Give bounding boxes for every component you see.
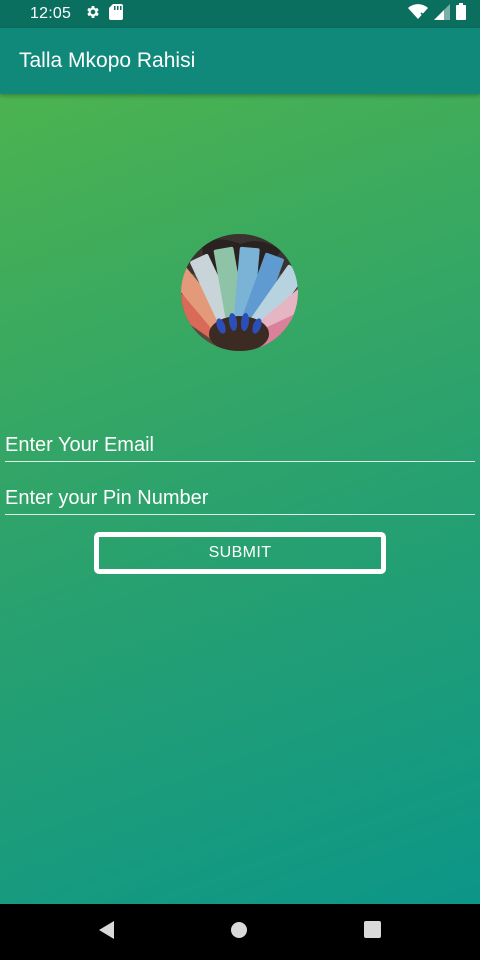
pin-field[interactable]: [5, 477, 475, 515]
gear-icon: [85, 4, 101, 25]
pin-input[interactable]: [5, 487, 475, 510]
recents-button[interactable]: [342, 904, 402, 960]
email-input[interactable]: [5, 434, 475, 457]
signal-icon: [434, 3, 450, 25]
email-field[interactable]: [5, 424, 475, 462]
back-icon: [97, 920, 115, 945]
app-screen: 12:05 Talla Mkopo Rahisi Enter Your Emai…: [0, 0, 480, 960]
home-icon: [230, 921, 248, 944]
status-time: 12:05: [30, 5, 72, 22]
app-title: Talla Mkopo Rahisi: [19, 49, 196, 72]
home-button[interactable]: [209, 904, 269, 960]
status-right-icons: [408, 3, 466, 25]
battery-icon: [456, 3, 466, 25]
login-content: SUBMIT: [0, 94, 480, 904]
app-bar: Talla Mkopo Rahisi: [0, 28, 480, 94]
sd-card-icon: [109, 3, 124, 25]
status-bar: 12:05: [0, 0, 480, 28]
submit-button[interactable]: SUBMIT: [94, 532, 386, 574]
status-left-icons: [85, 3, 124, 25]
back-button[interactable]: [76, 904, 136, 960]
recents-icon: [363, 921, 381, 943]
wifi-icon: [408, 3, 428, 25]
money-avatar-image: [181, 234, 298, 351]
navigation-bar: [0, 904, 480, 960]
